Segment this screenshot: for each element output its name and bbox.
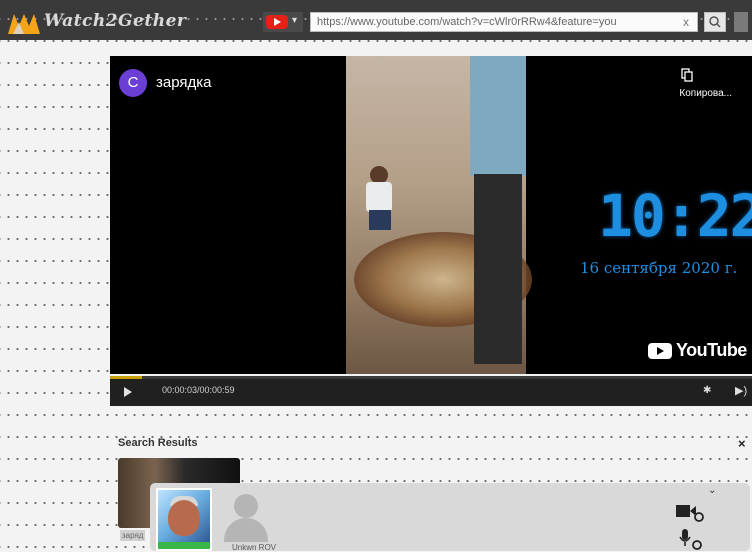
settings-icon[interactable]: ✱: [703, 385, 711, 396]
user-status-badge: [158, 542, 210, 549]
channel-avatar[interactable]: C: [119, 69, 147, 97]
camera-icon[interactable]: [674, 502, 704, 522]
playback-time: 00:00:03/00:00:59: [162, 385, 235, 395]
volume-icon[interactable]: ▶): [735, 384, 747, 397]
watch2gether-logo-icon: [8, 14, 40, 34]
copy-link-icon[interactable]: [681, 68, 693, 82]
webcam-tile-self[interactable]: [156, 488, 212, 551]
youtube-wordmark: YouTube: [676, 340, 747, 360]
search-button[interactable]: [704, 12, 726, 32]
chevron-down-icon: ▾: [292, 15, 298, 26]
url-input[interactable]: https://www.youtube.com/watch?v=cWlr0rRR…: [310, 12, 698, 32]
play-icon[interactable]: [124, 387, 132, 397]
copy-link-label[interactable]: Копирова...: [679, 88, 732, 99]
webcam-tile-user2[interactable]: [218, 488, 274, 551]
url-value: https://www.youtube.com/watch?v=cWlr0rRR…: [317, 16, 617, 28]
source-select[interactable]: ▾: [263, 12, 303, 32]
search-results-heading: Search Results: [118, 437, 198, 449]
more-menu-button[interactable]: [734, 12, 748, 32]
player-controls: 00:00:03/00:00:59 ✱ ▶): [110, 376, 752, 406]
progress-bar[interactable]: [110, 376, 752, 379]
progress-fill: [110, 376, 143, 379]
video-child: [364, 166, 396, 236]
user-avatar-icon: [234, 494, 258, 518]
youtube-icon: [266, 15, 288, 29]
webcam-face: [168, 500, 200, 536]
video-clock-time: 10:22: [598, 182, 752, 250]
app-logo-text: Watch2Gether: [44, 11, 187, 31]
video-person-pants: [474, 174, 522, 364]
video-person-shirt: [470, 56, 526, 176]
top-bar: Watch2Gether ▾ https://www.youtube.com/w…: [0, 0, 752, 40]
clear-url-icon[interactable]: x: [683, 15, 689, 29]
video-player[interactable]: C зарядка Копирова... 10:22 16 сентября …: [110, 56, 752, 374]
chevron-down-icon[interactable]: ⌄: [708, 485, 716, 496]
close-results-button[interactable]: ×: [738, 436, 746, 451]
video-clock-date: 16 сентября 2020 г.: [580, 259, 738, 277]
search-icon: [709, 16, 721, 28]
youtube-play-icon: [648, 343, 672, 359]
video-title[interactable]: зарядка: [156, 74, 212, 91]
video-frame: [346, 56, 532, 374]
search-result-label[interactable]: заряд: [120, 530, 146, 541]
microphone-icon[interactable]: [678, 527, 702, 551]
video-chat-panel: Unkwn ROV ⌄: [150, 483, 750, 552]
